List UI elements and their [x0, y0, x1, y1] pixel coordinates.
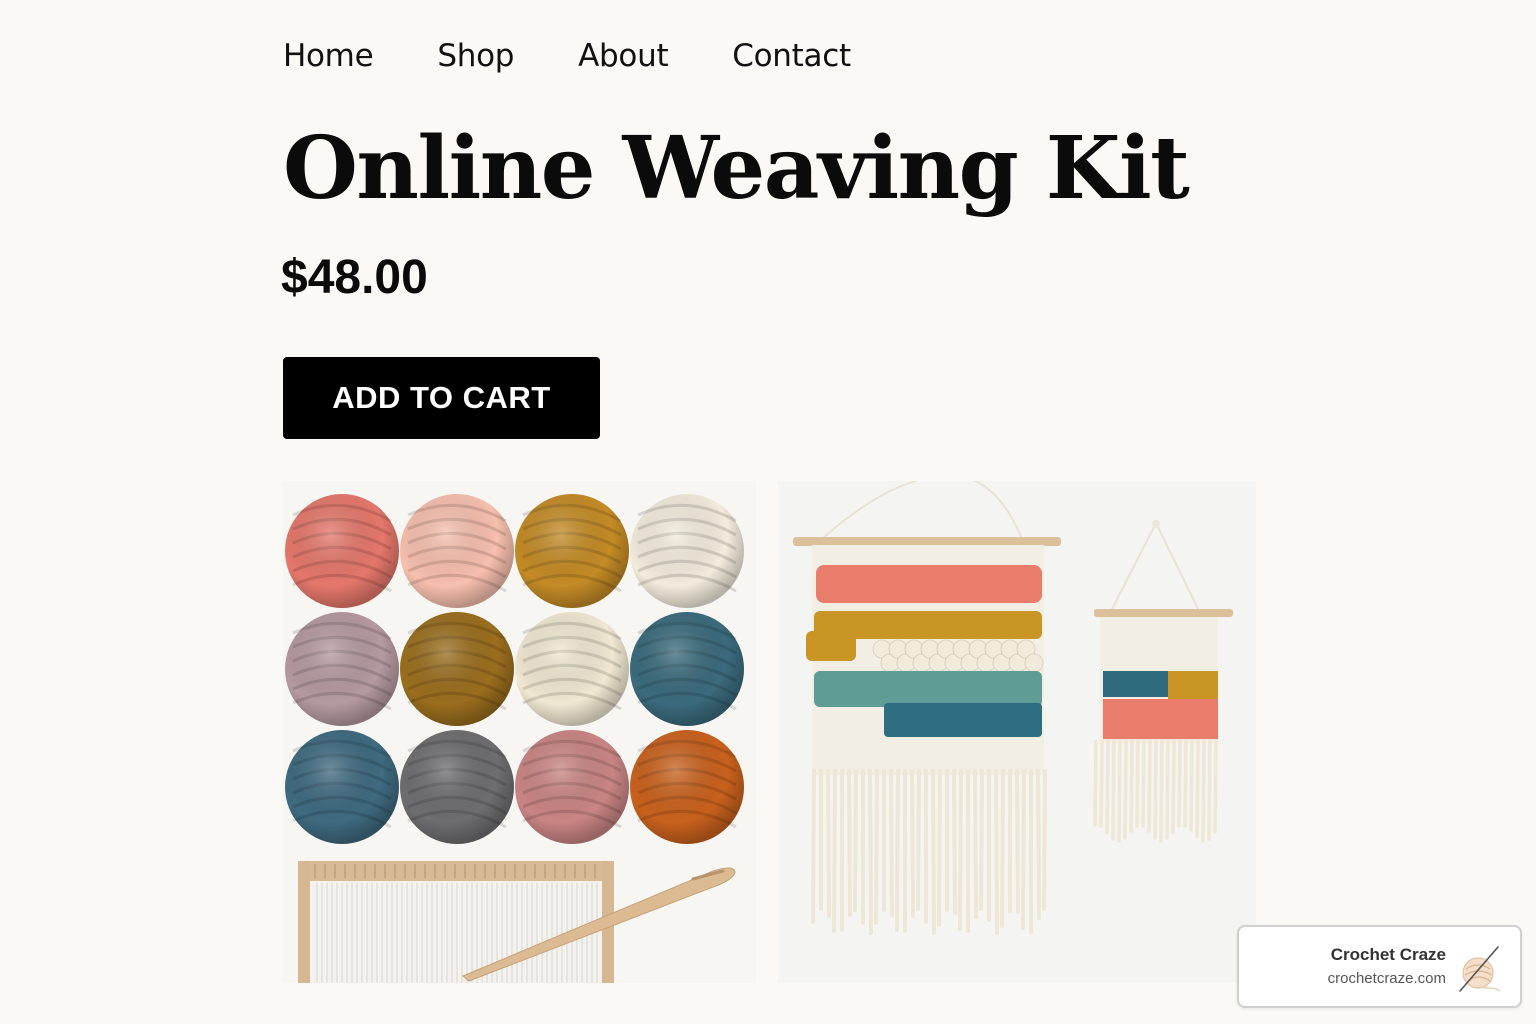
product-title: Online Weaving Kit — [283, 118, 1190, 219]
yarn-ball — [630, 612, 744, 726]
small-wall-hanging — [1093, 520, 1233, 843]
nav-home-link[interactable]: Home — [283, 38, 374, 74]
product-price: $48.00 — [281, 251, 428, 304]
yarn-ball — [400, 730, 514, 844]
yarn-ball-logo-icon — [1459, 946, 1501, 992]
main-nav: Home Shop About Contact — [283, 38, 915, 74]
product-image-wall-hangings[interactable] — [778, 481, 1256, 983]
yarn-ball — [400, 494, 514, 608]
badge-brand-url: crochetcraze.com — [1327, 970, 1446, 987]
yarn-ball — [285, 494, 399, 608]
large-wall-hanging — [793, 481, 1061, 935]
yarn-ball — [515, 730, 629, 844]
nav-shop-link[interactable]: Shop — [437, 38, 514, 74]
yarn-ball — [515, 494, 629, 608]
yarn-ball — [630, 730, 744, 844]
nav-about-link[interactable]: About — [578, 38, 668, 74]
weaving-loom — [298, 861, 614, 983]
crochet-craze-badge[interactable]: Crochet Craze crochetcraze.com — [1237, 925, 1522, 1008]
yarn-ball — [285, 612, 399, 726]
yarn-ball — [630, 494, 744, 608]
add-to-cart-button[interactable]: ADD TO CART — [283, 357, 600, 439]
yarn-ball — [515, 612, 629, 726]
yarn-ball — [400, 612, 514, 726]
badge-brand-name: Crochet Craze — [1330, 945, 1446, 964]
product-image-yarn-kit[interactable] — [283, 481, 756, 983]
yarn-ball — [285, 730, 399, 844]
nav-contact-link[interactable]: Contact — [732, 38, 851, 74]
